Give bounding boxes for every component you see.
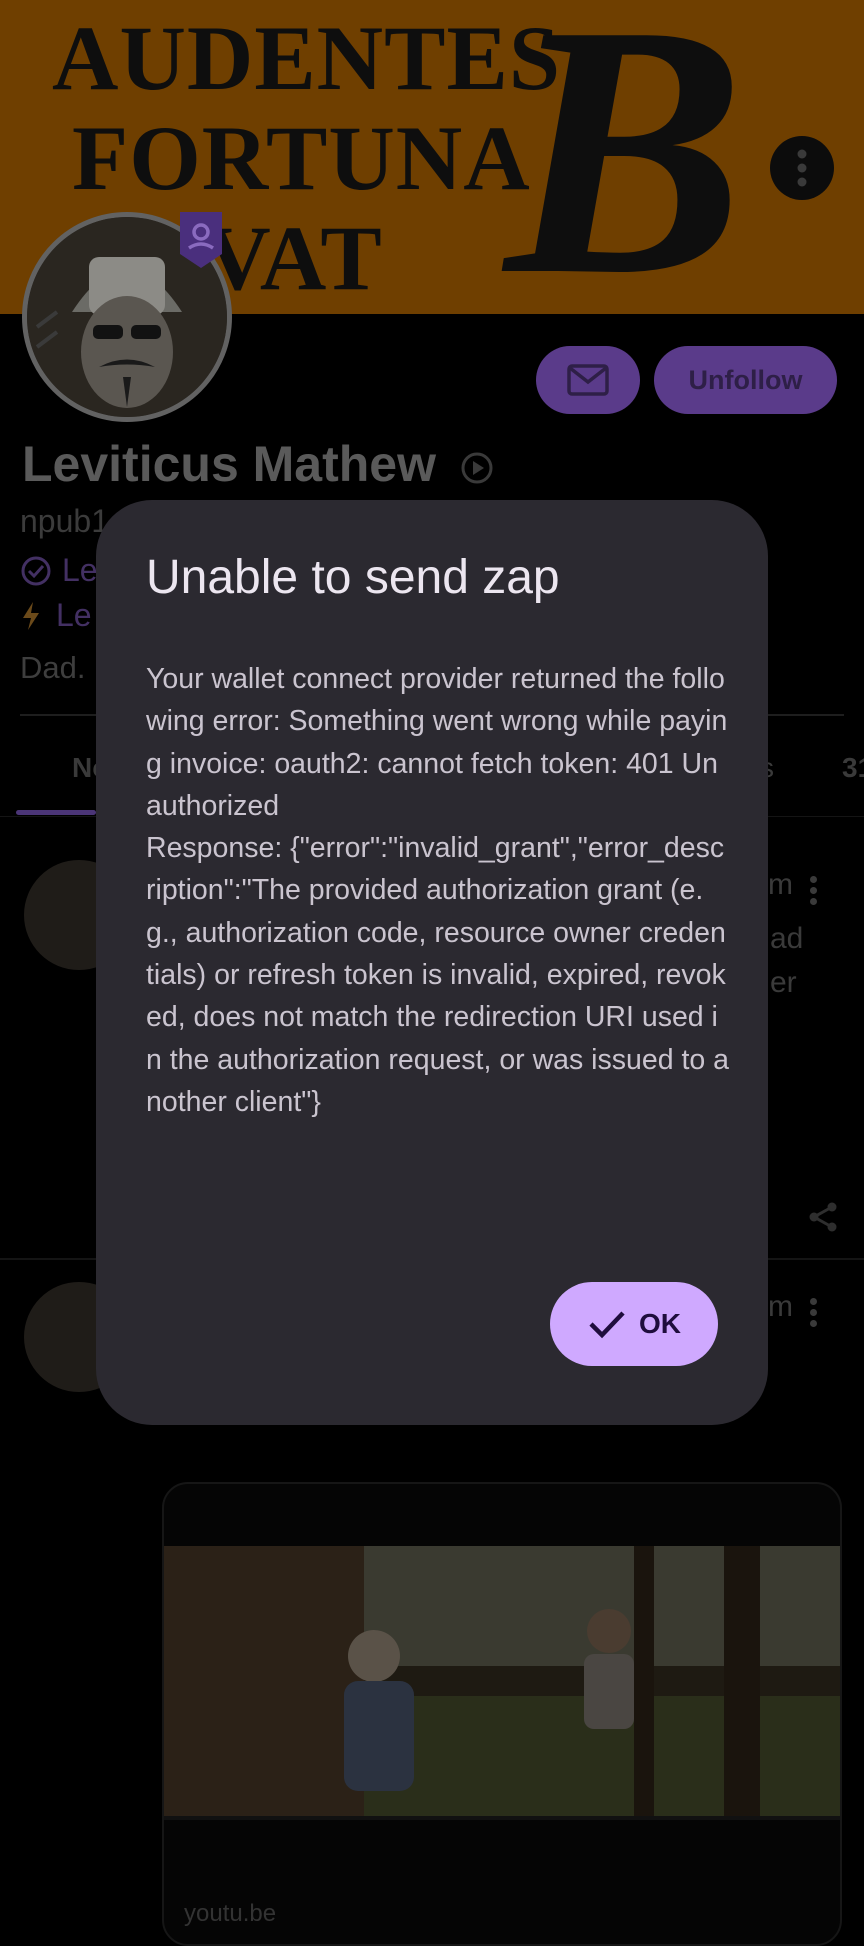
lightning-icon [23,601,39,630]
link-preview-url: youtu.be [184,1900,277,1927]
post-text-fragment: er [770,966,797,999]
dialog-message: Your wallet connect provider returned th… [146,663,730,1118]
error-dialog: Unable to send zap Your wallet connect p… [96,500,768,1425]
dialog-title: Unable to send zap [146,551,560,604]
post-text-fragment: ad [770,922,804,955]
profile-about: Dad. [20,650,86,685]
message-button[interactable] [536,346,640,414]
post-menu-icon[interactable] [810,872,818,909]
lightning-address-text: Le [56,597,92,633]
banner-line-2: FORTUNA [72,107,531,209]
profile-name: Leviticus Mathew [22,435,494,493]
post-menu-icon[interactable] [810,1294,818,1331]
play-circle-icon[interactable] [460,451,494,485]
link-preview-image [164,1546,840,1820]
more-options-button[interactable] [770,136,834,200]
mail-icon [567,364,609,396]
check-icon [589,1311,625,1339]
tab-indicator [16,810,96,815]
lightning-address-row[interactable]: Le [20,597,92,634]
banner-line-1: AUDENTES [52,7,562,109]
nip05-text: Le [62,552,98,588]
post-time: m [768,1290,793,1323]
verified-check-icon [21,556,51,585]
share-icon[interactable] [806,1200,840,1234]
bitcoin-logo: B [505,0,746,314]
tab-count-partial[interactable]: 31 [842,752,864,784]
nip05-row[interactable]: Le [20,552,98,589]
profile-name-text: Leviticus Mathew [22,436,436,492]
npub-text[interactable]: npub1 [20,503,109,540]
link-preview-card[interactable]: youtu.be [162,1482,842,1946]
ok-label: OK [639,1308,681,1339]
more-vert-icon [797,149,807,187]
ok-button[interactable]: OK [550,1282,718,1366]
post-time: m [768,868,793,901]
verified-badge-icon [180,212,222,268]
unfollow-button[interactable]: Unfollow [654,346,837,414]
